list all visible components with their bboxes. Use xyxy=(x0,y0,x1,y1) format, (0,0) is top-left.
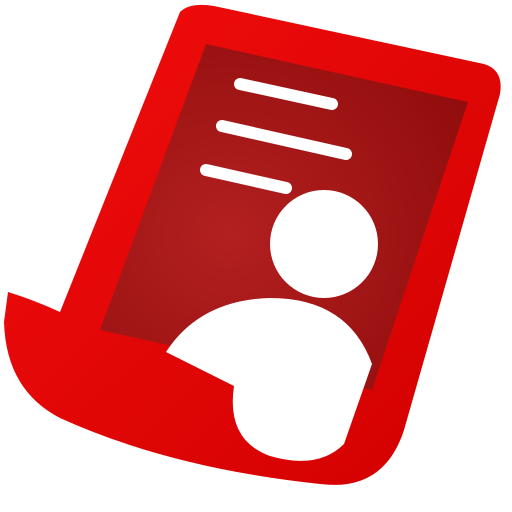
resume-document-icon xyxy=(4,4,501,485)
person-head-icon xyxy=(270,190,378,298)
icon-canvas xyxy=(0,0,512,512)
